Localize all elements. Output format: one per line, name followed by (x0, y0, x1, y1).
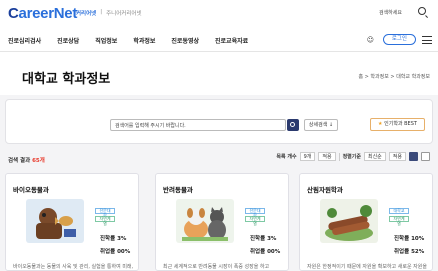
badge-group: 전문대학 자연계열 (95, 208, 115, 225)
major-image (26, 199, 84, 243)
list-view-icon[interactable] (421, 152, 430, 161)
sort-apply-button[interactable]: 적용 (388, 152, 406, 161)
badge-group: 대학교 자연계열 (389, 208, 409, 225)
sub-divider: | (100, 9, 103, 15)
divider (338, 152, 340, 161)
major-description: 최근 세계적으로 반려동물 시장이 폭증 성장을 하고 (163, 264, 270, 270)
list-count-label: 목록 개수 (276, 154, 297, 160)
page-title: 대학교 학과정보 (22, 72, 111, 87)
progress-rate: 진학률 3% (250, 236, 277, 242)
list-controls: 목록 개수 9개 적용 정렬기준 최신순 적용 (276, 152, 430, 161)
field-badge: 자연계열 (389, 216, 409, 225)
result-toolbar: 검색 결과 65개 목록 개수 9개 적용 정렬기준 최신순 적용 (8, 152, 430, 166)
careernet-logo[interactable]: CareerNet (8, 5, 77, 22)
nav-item-counseling[interactable]: 진로상담 (57, 36, 79, 45)
field-badge: 자연계열 (245, 216, 265, 225)
result-count-label: 검색 결과 (8, 158, 31, 164)
hamburger-menu-icon[interactable] (422, 36, 432, 44)
employment-rate: 취업률 52% (394, 249, 425, 255)
advanced-search-button[interactable]: 상세검색 ↓ (304, 119, 338, 131)
top-search-label[interactable]: 검색하세요 (379, 9, 402, 16)
progress-rate: 진학률 3% (100, 236, 127, 242)
major-description: 자원은 한정적이기 때문에 자원을 확보하고 새로운 자원을 (307, 264, 427, 270)
list-count-apply-button[interactable]: 적용 (318, 152, 336, 161)
nav-item-materials[interactable]: 진로교육자료 (215, 36, 248, 45)
field-badge: 자연계열 (95, 216, 115, 225)
login-button[interactable]: 로그인 (382, 34, 416, 45)
top-bar: CareerNet 커리어넷 | 주니어커리어넷 검색하세요 (0, 0, 438, 30)
major-image (320, 199, 378, 243)
list-count-select[interactable]: 9개 (299, 152, 316, 161)
search-icon[interactable] (418, 7, 426, 15)
major-card[interactable]: 바이오동물과 전문대학 자연계열 진학률 3% 취업률 00% 바이오동물과는 … (5, 173, 139, 271)
magnifier-icon (290, 121, 295, 127)
user-icon[interactable]: ☺ (367, 36, 374, 44)
breadcrumb: 홈 > 학과정보 > 대학교 학과정보 (358, 74, 430, 80)
sort-label: 정렬기준 (342, 154, 361, 160)
nav-item-videos[interactable]: 진로동영상 (171, 36, 199, 45)
school-type-badge: 대학교 (389, 208, 409, 214)
major-card[interactable]: 산림자원학과 대학교 자연계열 진학률 10% 취업률 52% 자원은 한정적이… (299, 173, 433, 271)
search-button[interactable] (287, 119, 299, 131)
major-name[interactable]: 반려동물과 (163, 184, 193, 194)
result-count: 검색 결과 65개 (8, 156, 45, 164)
popular-majors-button[interactable]: ★ 인기학과 BEST (370, 118, 425, 131)
search-input[interactable]: 검색어를 입력해 주시기 바랍니다. (110, 119, 286, 131)
sub-links: 커리어넷 | 주니어커리어넷 (76, 9, 142, 17)
major-description: 바이오동물과는 동물의 사육 및 관리, 실험을 통하여 미래, (13, 264, 134, 270)
sub-link-careernet[interactable]: 커리어넷 (76, 9, 96, 17)
grid-view-icon[interactable] (409, 152, 418, 161)
star-icon: ★ (378, 121, 383, 127)
search-panel: 검색어를 입력해 주시기 바랍니다. 상세검색 ↓ ★ 인기학과 BEST (5, 99, 433, 144)
major-image (176, 199, 234, 243)
major-name[interactable]: 산림자원학과 (307, 184, 343, 194)
sort-select[interactable]: 최신순 (363, 152, 386, 161)
employment-rate: 취업률 00% (100, 249, 131, 255)
progress-rate: 진학률 10% (394, 236, 425, 242)
sub-link-junior[interactable]: 주니어커리어넷 (106, 9, 141, 17)
result-count-value: 65개 (32, 158, 45, 164)
popular-majors-label: 인기학과 BEST (384, 121, 417, 127)
major-card[interactable]: 반려동물과 전문대학 자연계열 진학률 3% 취업률 00% 최근 세계적으로 … (155, 173, 289, 271)
nav-item-test[interactable]: 진로심리검사 (8, 36, 41, 45)
school-type-badge: 전문대학 (95, 208, 115, 217)
badge-group: 전문대학 자연계열 (245, 208, 265, 225)
employment-rate: 취업률 00% (250, 249, 281, 255)
nav-item-jobs[interactable]: 직업정보 (95, 36, 117, 45)
major-name[interactable]: 바이오동물과 (13, 184, 49, 194)
nav-item-majors[interactable]: 학과정보 (133, 36, 155, 45)
school-type-badge: 전문대학 (245, 208, 265, 217)
